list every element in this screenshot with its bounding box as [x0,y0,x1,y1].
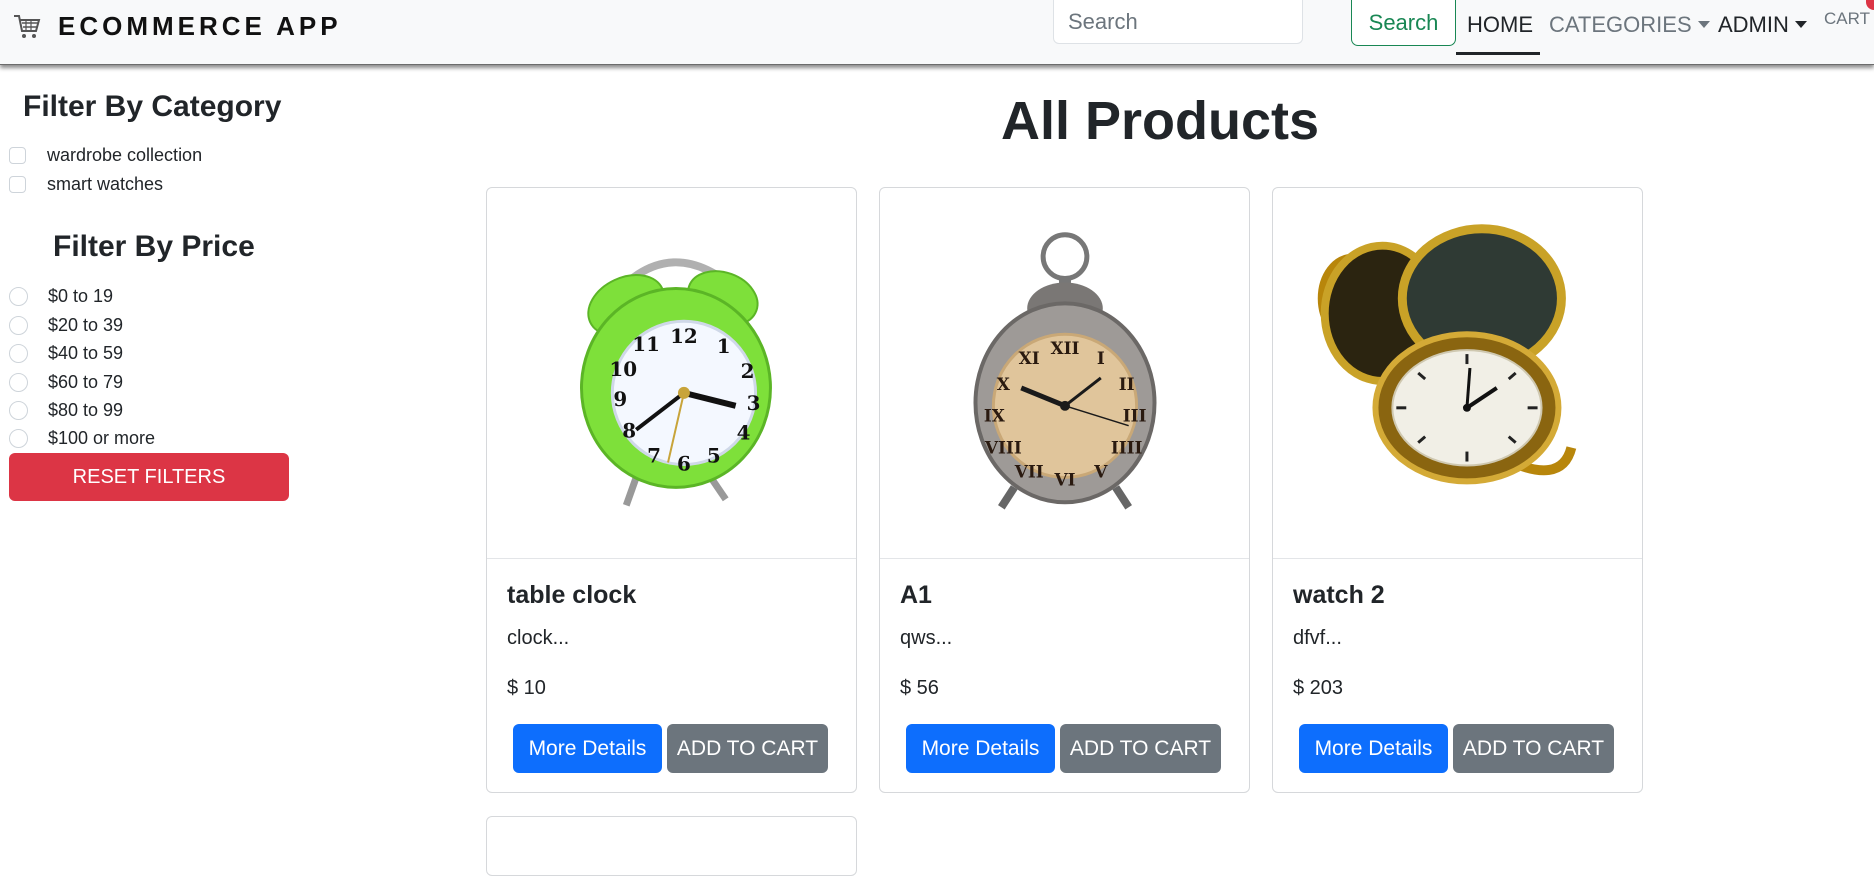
shopping-cart-icon [14,15,41,38]
product-price: $ 56 [900,677,939,699]
svg-text:5: 5 [707,444,721,468]
svg-text:4: 4 [737,421,751,445]
product-image: 12 1 2 345 678 9 10 11 [487,188,856,559]
svg-text:I: I [1097,348,1105,368]
product-name: table clock [507,581,637,609]
product-card-partial [486,816,857,876]
svg-text:XI: XI [1019,348,1040,368]
price-radio-0-19[interactable]: $0 to 19 [9,284,113,308]
svg-text:6: 6 [677,451,691,475]
product-description: dfvf... [1293,627,1342,649]
svg-text:10: 10 [609,357,637,381]
checkbox[interactable] [9,146,26,164]
caret-down-icon [1794,21,1807,29]
radio-label: $60 to 79 [48,371,124,392]
green-alarm-clock-image: 12 12 345 678 91011 [579,258,772,507]
svg-text:2: 2 [741,359,755,383]
nav-admin-dropdown[interactable]: ADMIN [1718,12,1807,38]
checkbox[interactable] [9,175,26,193]
svg-text:XII: XII [1051,338,1080,358]
svg-text:11: 11 [632,332,660,356]
svg-text:8: 8 [622,419,636,443]
price-radio-80-99[interactable]: $80 to 99 [9,398,123,422]
product-name: watch 2 [1293,581,1385,609]
more-details-button[interactable]: More Details [513,724,662,773]
radio[interactable] [9,372,28,392]
reset-filters-button[interactable]: RESET FILTERS [9,453,289,501]
svg-text:IX: IX [984,406,1006,426]
nav-admin-label: ADMIN [1718,12,1789,37]
category-filter-title: Filter By Category [23,90,282,123]
svg-text:7: 7 [647,444,661,468]
price-radio-60-79[interactable]: $60 to 79 [9,370,123,394]
more-details-button[interactable]: More Details [906,724,1055,773]
checkbox-label: smart watches [47,173,164,194]
svg-text:VII: VII [1014,461,1044,481]
price-radio-40-59[interactable]: $40 to 59 [9,341,123,365]
search-input[interactable] [1053,0,1303,44]
product-price: $ 203 [1293,677,1344,699]
product-description: qws... [900,627,953,649]
price-radio-20-39[interactable]: $20 to 39 [9,313,123,337]
radio[interactable] [9,428,28,448]
nav-home-link[interactable]: HOME [1467,12,1533,38]
nav-categories-label: CATEGORIES [1549,12,1692,37]
radio-label: $100 or more [48,427,156,448]
product-name: A1 [900,581,932,609]
svg-text:9: 9 [613,387,627,411]
price-filter-title: Filter By Price [53,230,255,263]
add-to-cart-button[interactable]: ADD TO CART [1060,724,1221,773]
search-button[interactable]: Search [1351,0,1456,46]
category-checkbox-wardrobe[interactable]: wardrobe collection [9,143,202,167]
radio[interactable] [9,400,28,420]
svg-text:IIII: IIII [1111,438,1143,458]
product-card: watch 2 dfvf... $ 203 More Details ADD T… [1272,187,1643,793]
svg-text:VIII: VIII [984,438,1022,458]
svg-text:3: 3 [747,391,761,415]
svg-text:V: V [1093,461,1108,481]
vintage-alarm-clock-image: XII III IIIIIIIV VIVIIVIII IXXXI [973,232,1157,510]
svg-text:12: 12 [670,324,698,348]
svg-text:III: III [1123,406,1147,426]
svg-text:VI: VI [1053,469,1075,489]
brand-name: ECOMMERCE APP [58,10,342,41]
radio-label: $20 to 39 [48,314,124,335]
category-checkbox-smart-watches[interactable]: smart watches [9,172,163,196]
product-image: XII I II III IIII V VI VII VIII IX X XI [880,188,1249,559]
svg-text:X: X [997,374,1011,394]
product-card: XII I II III IIII V VI VII VIII IX X XI A1 qws..… [879,187,1250,793]
radio[interactable] [9,343,28,363]
radio-label: $0 to 19 [48,285,114,306]
nav-cart-link[interactable]: CART [1824,9,1870,29]
svg-text:1: 1 [717,334,731,358]
radio-label: $40 to 59 [48,342,124,363]
navbar: ECOMMERCE APP Search HOME CATEGORIES ADM… [0,0,1874,65]
svg-text:II: II [1119,374,1135,394]
radio[interactable] [9,286,28,306]
active-nav-indicator [1456,52,1540,55]
page-title: All Products [1000,91,1320,151]
checkbox-label: wardrobe collection [47,144,203,165]
add-to-cart-button[interactable]: ADD TO CART [1453,724,1614,773]
gold-pocket-watch-image [1317,224,1577,485]
add-to-cart-button[interactable]: ADD TO CART [667,724,828,773]
nav-categories-dropdown[interactable]: CATEGORIES [1549,12,1710,38]
caret-down-icon [1697,21,1710,29]
product-price: $ 10 [507,677,546,699]
product-description: clock... [507,627,570,649]
price-radio-100-plus[interactable]: $100 or more [9,426,155,450]
radio[interactable] [9,315,28,335]
product-image [1273,188,1642,559]
radio-label: $80 to 99 [48,399,124,420]
brand-link[interactable]: ECOMMERCE APP [12,8,342,44]
more-details-button[interactable]: More Details [1299,724,1448,773]
product-card: 12 1 2 345 678 9 10 11 table clock clock... … [486,187,857,793]
